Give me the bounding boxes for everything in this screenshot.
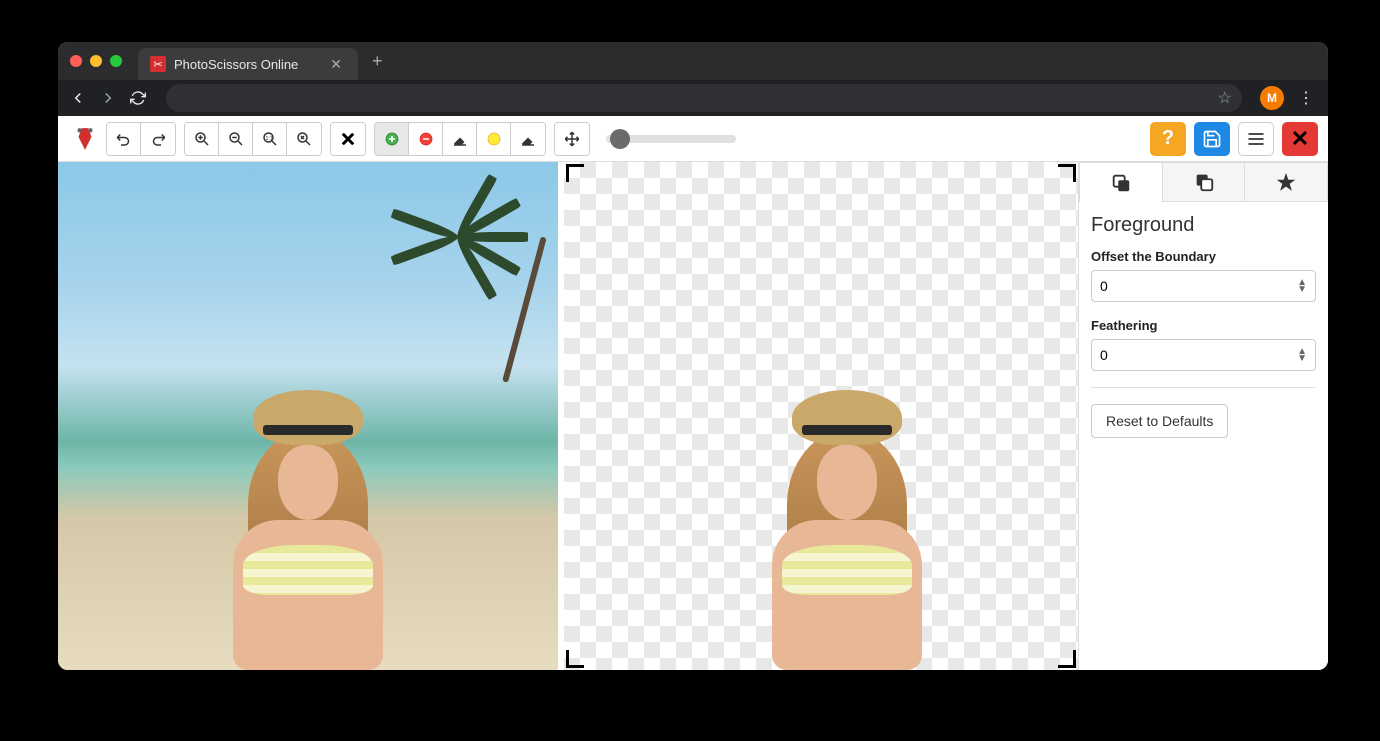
hair-eraser-button[interactable]	[511, 123, 545, 155]
back-button[interactable]	[68, 88, 88, 108]
reset-defaults-button[interactable]: Reset to Defaults	[1091, 404, 1228, 438]
crop-handle-bottom-right[interactable]	[1058, 650, 1076, 668]
minimize-window-button[interactable]	[90, 55, 102, 67]
save-button[interactable]	[1194, 122, 1230, 156]
brush-size-slider[interactable]	[606, 135, 736, 143]
hair-marker-button[interactable]	[477, 123, 511, 155]
titlebar: ✂ PhotoScissors Online ✕ +	[58, 42, 1328, 80]
undo-redo-group	[106, 122, 176, 156]
svg-text:1:1: 1:1	[265, 135, 272, 141]
zoom-actual-button[interactable]: 1:1	[253, 123, 287, 155]
zoom-group: 1:1	[184, 122, 322, 156]
original-image-pane[interactable]	[58, 162, 558, 670]
crop-handle-top-right[interactable]	[1058, 164, 1076, 182]
stepper-icon[interactable]: ▲▼	[1297, 279, 1307, 293]
zoom-fit-button[interactable]	[287, 123, 321, 155]
browser-window: ✂ PhotoScissors Online ✕ + ☆ M ⋮	[58, 42, 1328, 670]
eraser-button[interactable]	[443, 123, 477, 155]
app-logo-icon	[68, 123, 102, 155]
crop-handle-top-left[interactable]	[566, 164, 584, 182]
move-tool-button[interactable]	[555, 123, 589, 155]
new-tab-button[interactable]: +	[358, 51, 397, 72]
url-bar[interactable]: ☆	[166, 84, 1242, 112]
browser-tab[interactable]: ✂ PhotoScissors Online ✕	[138, 48, 358, 80]
stepper-icon[interactable]: ▲▼	[1297, 348, 1307, 362]
foreground-marker-button[interactable]	[375, 123, 409, 155]
hamburger-menu-button[interactable]	[1238, 122, 1274, 156]
offset-label: Offset the Boundary	[1091, 249, 1316, 264]
browser-navbar: ☆ M ⋮	[58, 80, 1328, 116]
bookmark-star-icon[interactable]: ☆	[1218, 88, 1232, 108]
browser-menu-button[interactable]: ⋮	[1294, 88, 1318, 108]
photoscissors-app: 1:1	[58, 116, 1328, 670]
move-tool-group	[554, 122, 590, 156]
clear-markers-group	[330, 122, 366, 156]
profile-avatar[interactable]: M	[1260, 86, 1284, 110]
background-marker-button[interactable]	[409, 123, 443, 155]
zoom-out-button[interactable]	[219, 123, 253, 155]
clear-markers-button[interactable]	[331, 123, 365, 155]
tab-effects[interactable]	[1245, 162, 1328, 202]
properties-sidebar: Foreground Offset the Boundary 0 ▲▼ Feat…	[1078, 162, 1328, 670]
cutout-result-image	[747, 390, 947, 670]
marker-tools-group	[374, 122, 546, 156]
feathering-label: Feathering	[1091, 318, 1316, 333]
feathering-value: 0	[1100, 347, 1108, 363]
reload-button[interactable]	[128, 88, 148, 108]
original-image	[58, 162, 558, 670]
redo-button[interactable]	[141, 123, 175, 155]
zoom-in-button[interactable]	[185, 123, 219, 155]
crop-handle-bottom-left[interactable]	[566, 650, 584, 668]
editor-content: Foreground Offset the Boundary 0 ▲▼ Feat…	[58, 162, 1328, 670]
tab-foreground[interactable]	[1079, 162, 1163, 202]
window-controls	[70, 55, 122, 67]
close-app-button[interactable]: ✕	[1282, 122, 1318, 156]
feathering-select[interactable]: 0 ▲▼	[1091, 339, 1316, 371]
help-button[interactable]: ?	[1150, 122, 1186, 156]
close-window-button[interactable]	[70, 55, 82, 67]
divider	[1091, 387, 1316, 388]
slider-thumb[interactable]	[610, 129, 630, 149]
tab-background[interactable]	[1163, 162, 1246, 202]
offset-value: 0	[1100, 278, 1108, 294]
maximize-window-button[interactable]	[110, 55, 122, 67]
forward-button[interactable]	[98, 88, 118, 108]
tab-favicon-icon: ✂	[150, 56, 166, 72]
offset-boundary-select[interactable]: 0 ▲▼	[1091, 270, 1316, 302]
app-toolbar: 1:1	[58, 116, 1328, 162]
tab-title: PhotoScissors Online	[174, 57, 318, 72]
undo-button[interactable]	[107, 123, 141, 155]
result-image-pane[interactable]	[564, 162, 1078, 670]
close-tab-button[interactable]: ✕	[326, 56, 346, 73]
sidebar-tabs	[1079, 162, 1328, 202]
sidebar-title: Foreground	[1091, 214, 1316, 237]
sidebar-body: Foreground Offset the Boundary 0 ▲▼ Feat…	[1079, 202, 1328, 450]
